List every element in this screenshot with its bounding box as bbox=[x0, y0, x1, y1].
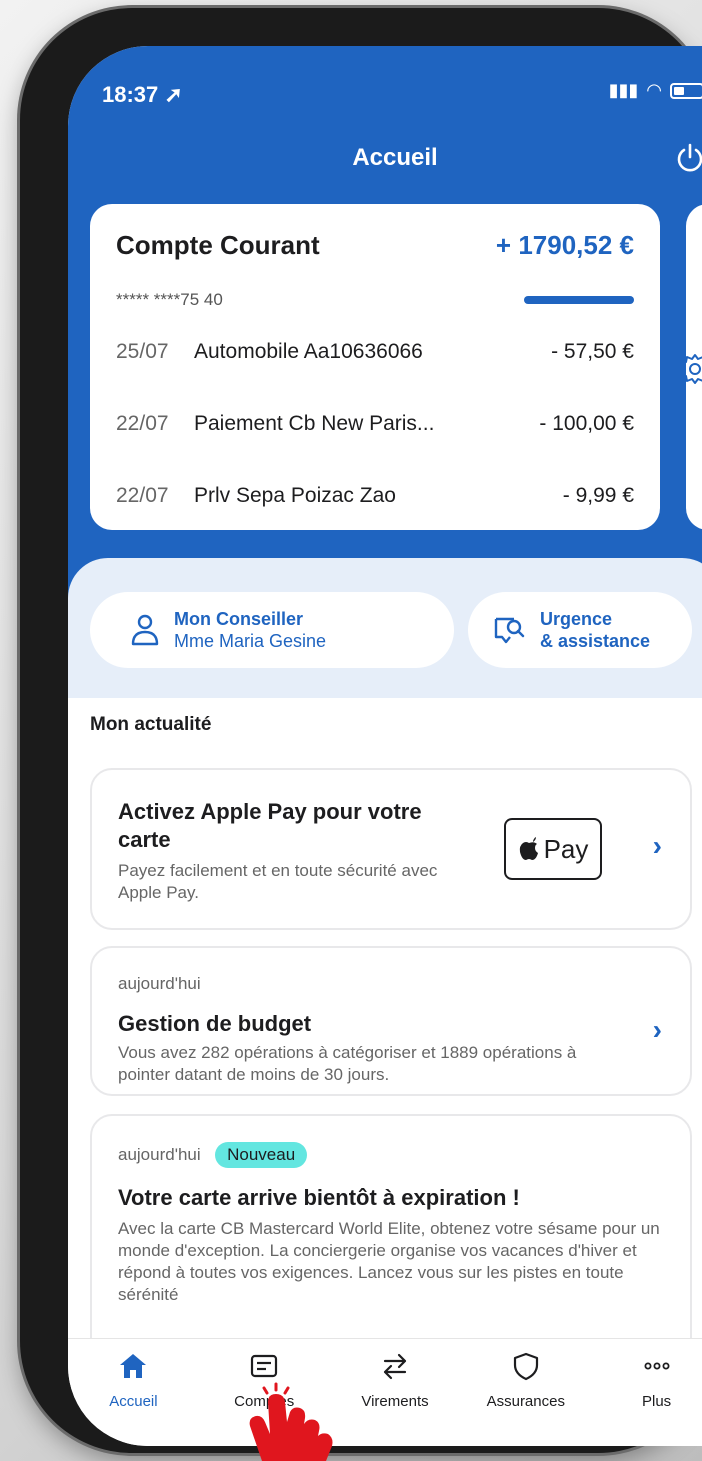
transaction-row[interactable]: 22/07 Paiement Cb New Paris... - 100,00 … bbox=[116, 404, 634, 444]
advisor-button[interactable]: Mon Conseiller Mme Maria Gesine bbox=[90, 592, 454, 668]
shield-icon bbox=[513, 1352, 538, 1381]
apple-pay-card[interactable]: Activez Apple Pay pour votre carte Payez… bbox=[90, 768, 692, 930]
chevron-right-icon: › bbox=[652, 830, 662, 861]
apple-pay-title: Activez Apple Pay pour votre carte bbox=[118, 799, 422, 852]
tab-assurances[interactable]: Assurances bbox=[460, 1339, 591, 1446]
apple-pay-logo-text: Pay bbox=[543, 833, 589, 864]
expiration-desc: Avec la carte CB Mastercard World Elite,… bbox=[118, 1219, 660, 1304]
budget-date-tag: aujourd'hui bbox=[118, 974, 201, 993]
pointer-hand-icon bbox=[249, 1382, 333, 1461]
chevron-right-icon: › bbox=[652, 1014, 662, 1045]
transaction-amount: - 9,99 € bbox=[562, 484, 634, 507]
expiration-title: Votre carte arrive bientôt à expiration … bbox=[118, 1185, 520, 1210]
phone-frame: 18:37 ➚ ▮▮▮ ◠ Accueil Compte Courant + 1… bbox=[20, 8, 702, 1453]
wifi-icon: ◠ bbox=[646, 80, 662, 100]
budget-text: aujourd'hui Gestion de budget Vous avez … bbox=[118, 974, 618, 1086]
tab-label: Virements bbox=[361, 1393, 429, 1410]
emergency-line1: Urgence bbox=[540, 609, 613, 629]
budget-desc: Vous avez 282 opérations à catégoriser e… bbox=[118, 1043, 577, 1084]
signal-icon: ▮▮▮ bbox=[608, 80, 639, 100]
new-badge: Nouveau bbox=[215, 1142, 308, 1168]
tab-label: Assurances bbox=[486, 1393, 565, 1410]
power-icon[interactable] bbox=[674, 142, 702, 174]
transaction-label: Automobile Aa10636066 bbox=[194, 340, 423, 363]
emergency-button[interactable]: Urgence & assistance bbox=[468, 592, 692, 668]
tab-label: Plus bbox=[641, 1393, 672, 1410]
transaction-date: 22/07 bbox=[116, 484, 169, 507]
location-arrow-icon: ➚ bbox=[164, 82, 183, 107]
transaction-label: Prlv Sepa Poizac Zao bbox=[194, 484, 396, 507]
emergency-line2: & assistance bbox=[540, 631, 651, 651]
status-icons: ▮▮▮ ◠ bbox=[609, 80, 702, 101]
app-screen: 18:37 ➚ ▮▮▮ ◠ Accueil Compte Courant + 1… bbox=[68, 46, 702, 1446]
tab-accueil[interactable]: Accueil bbox=[68, 1339, 199, 1446]
expiration-text: aujourd'hui Nouveau Votre carte arrive b… bbox=[118, 1142, 674, 1306]
transaction-row[interactable]: 22/07 Prlv Sepa Poizac Zao - 9,99 € bbox=[116, 476, 634, 516]
news-section-title: Mon actualité bbox=[90, 714, 212, 735]
account-balance: + 1790,52 € bbox=[495, 230, 634, 260]
advisor-name: Mme Maria Gesine bbox=[174, 631, 327, 651]
budget-title: Gestion de budget bbox=[118, 1011, 312, 1036]
account-title: Compte Courant bbox=[116, 230, 320, 260]
gear-icon[interactable] bbox=[678, 352, 702, 386]
expiration-date-tag: aujourd'hui bbox=[118, 1145, 201, 1164]
transaction-date: 25/07 bbox=[116, 340, 169, 363]
transaction-label: Paiement Cb New Paris... bbox=[194, 412, 435, 435]
card-expiration-card[interactable]: aujourd'hui Nouveau Votre carte arrive b… bbox=[90, 1114, 692, 1364]
more-icon bbox=[644, 1362, 670, 1370]
account-indicator-bar bbox=[524, 296, 634, 304]
status-time: 18:37 ➚ bbox=[102, 82, 183, 108]
transfer-icon bbox=[383, 1353, 407, 1380]
card-icon bbox=[251, 1354, 278, 1378]
apple-pay-text: Activez Apple Pay pour votre carte Payez… bbox=[118, 798, 478, 904]
status-time-text: 18:37 bbox=[102, 82, 159, 107]
budget-card[interactable]: aujourd'hui Gestion de budget Vous avez … bbox=[90, 946, 692, 1096]
apple-logo-icon bbox=[519, 837, 538, 860]
transaction-date: 22/07 bbox=[116, 412, 169, 435]
apple-pay-logo: Pay bbox=[504, 818, 602, 880]
battery-icon bbox=[670, 82, 702, 99]
support-search-icon bbox=[494, 617, 525, 644]
page-title: Accueil bbox=[352, 144, 438, 171]
advisor-icon bbox=[131, 614, 159, 646]
transaction-amount: - 57,50 € bbox=[551, 340, 634, 363]
advisor-title: Mon Conseiller bbox=[174, 609, 304, 629]
tab-label: Accueil bbox=[109, 1393, 158, 1410]
account-card[interactable]: Compte Courant + 1790,52 € ***** ****75 … bbox=[90, 204, 660, 530]
tab-plus[interactable]: Plus bbox=[591, 1339, 702, 1446]
apple-pay-desc: Payez facilement et en toute sécurité av… bbox=[118, 861, 438, 902]
account-number: ***** ****75 40 bbox=[116, 290, 223, 309]
home-icon bbox=[120, 1354, 147, 1378]
transaction-row[interactable]: 25/07 Automobile Aa10636066 - 57,50 € bbox=[116, 332, 634, 372]
bottom-tab-bar: Accueil Comptes Virements Assurances Plu… bbox=[68, 1338, 702, 1446]
transaction-amount: - 100,00 € bbox=[539, 412, 634, 435]
